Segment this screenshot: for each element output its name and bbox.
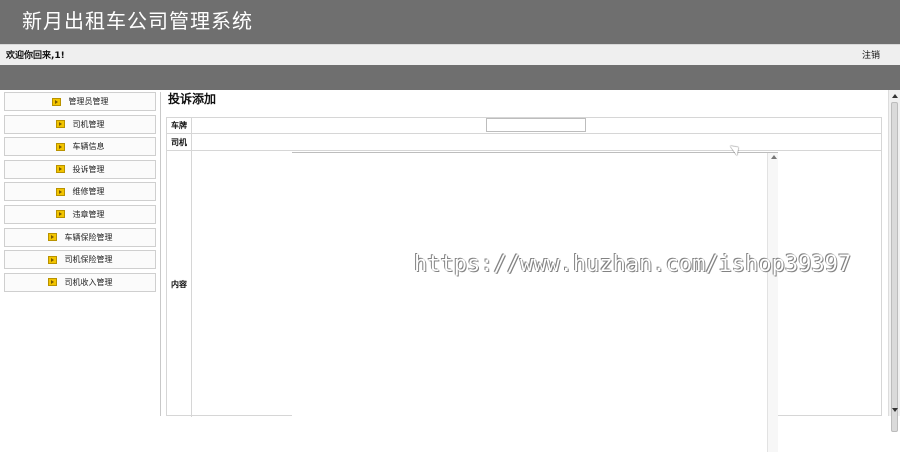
textarea-scrollbar[interactable] bbox=[767, 153, 778, 452]
scroll-up-icon[interactable] bbox=[892, 94, 898, 98]
sidebar-divider bbox=[160, 92, 161, 416]
sidebar-item-label: 司机收入管理 bbox=[64, 277, 113, 287]
arrow-right-icon bbox=[51, 97, 61, 106]
sidebar-item-complaints[interactable]: 投诉管理 bbox=[4, 159, 156, 179]
driver-cell bbox=[192, 134, 881, 150]
sidebar-item-violations[interactable]: 违章管理 bbox=[4, 204, 156, 224]
page-scrollbar[interactable] bbox=[888, 90, 900, 432]
scroll-up-icon[interactable] bbox=[771, 155, 777, 159]
sidebar-item-vehicle-insurance[interactable]: 车辆保险管理 bbox=[4, 227, 156, 247]
arrow-right-icon bbox=[47, 255, 57, 264]
arrow-right-icon bbox=[47, 233, 57, 242]
arrow-right-icon bbox=[55, 210, 65, 219]
content-cell bbox=[192, 151, 881, 452]
sidebar-item-label: 维修管理 bbox=[72, 187, 105, 197]
user-bar: 欢迎你回来,1! 注销 bbox=[0, 44, 900, 66]
plate-cell bbox=[192, 118, 881, 133]
page-title: 投诉添加 bbox=[168, 92, 217, 106]
sidebar-item-drivers[interactable]: 司机管理 bbox=[4, 114, 156, 134]
arrow-right-icon bbox=[47, 278, 57, 287]
arrow-right-icon bbox=[55, 120, 65, 129]
header-bar: 新月出租车公司管理系统 bbox=[0, 0, 900, 44]
app-title: 新月出租车公司管理系统 bbox=[22, 9, 253, 33]
scroll-thumb[interactable] bbox=[891, 102, 898, 432]
sidebar-item-vehicles[interactable]: 车辆信息 bbox=[4, 137, 156, 157]
sidebar-item-admin[interactable]: 管理员管理 bbox=[4, 92, 156, 111]
sidebar-item-label: 管理员管理 bbox=[68, 97, 109, 106]
sidebar-item-label: 投诉管理 bbox=[72, 164, 105, 174]
form-row-driver: 司机 bbox=[167, 134, 881, 151]
arrow-right-icon bbox=[55, 187, 65, 196]
sidebar-item-driver-income[interactable]: 司机收入管理 bbox=[4, 272, 156, 292]
arrow-right-icon bbox=[55, 165, 65, 174]
driver-select[interactable] bbox=[294, 136, 604, 150]
sidebar-item-driver-insurance[interactable]: 司机保险管理 bbox=[4, 250, 156, 270]
sidebar-item-label: 司机保险管理 bbox=[64, 255, 113, 265]
sidebar-item-label: 车辆保险管理 bbox=[64, 232, 113, 242]
sidebar-item-label: 车辆信息 bbox=[72, 142, 105, 152]
arrow-right-icon bbox=[55, 142, 65, 151]
sidebar-item-label: 司机管理 bbox=[72, 119, 105, 129]
watermark-text: https://www.huzhan.com/ishop39397 bbox=[414, 252, 852, 277]
content-textarea[interactable] bbox=[292, 152, 778, 452]
form-row-content: 内容 bbox=[167, 151, 881, 452]
welcome-text: 欢迎你回来,1! bbox=[6, 51, 65, 61]
plate-input[interactable] bbox=[486, 118, 586, 132]
sidebar-item-repairs[interactable]: 维修管理 bbox=[4, 182, 156, 202]
sidebar-nav: 管理员管理 司机管理 车辆信息 投诉管理 维修管理 违章管理 车辆保险管理 司机… bbox=[4, 92, 156, 295]
driver-label: 司机 bbox=[167, 134, 192, 150]
header-band bbox=[0, 65, 900, 90]
content-label: 内容 bbox=[167, 151, 192, 417]
sidebar-item-label: 违章管理 bbox=[72, 209, 105, 219]
logout-link[interactable]: 注销 bbox=[862, 48, 880, 61]
form-row-plate: 车牌 bbox=[167, 118, 881, 134]
plate-label: 车牌 bbox=[167, 118, 192, 133]
scroll-down-icon[interactable] bbox=[892, 408, 898, 412]
